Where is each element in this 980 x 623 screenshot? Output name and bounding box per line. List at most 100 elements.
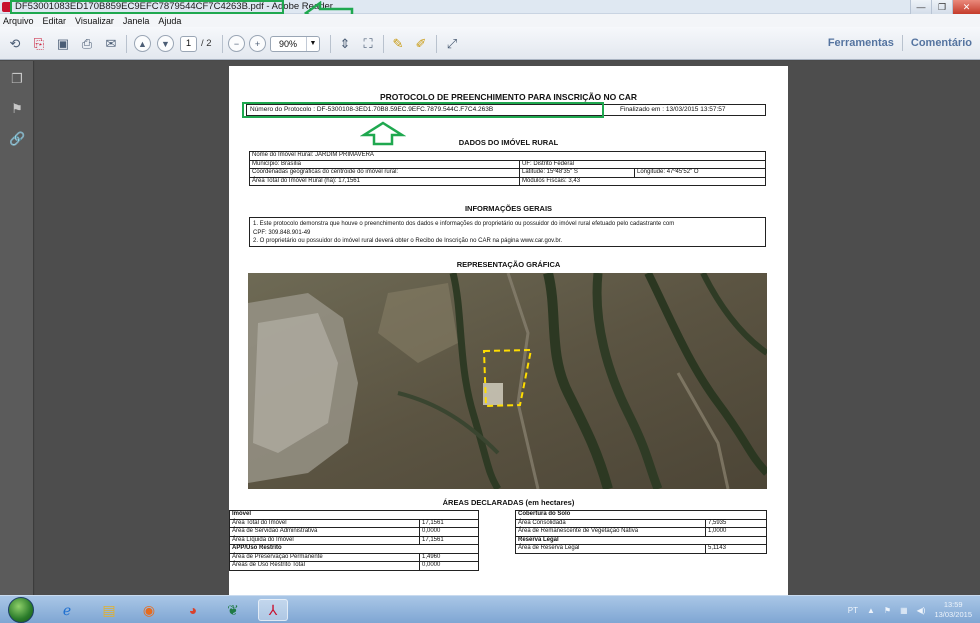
toolbar-separator [436,35,437,53]
toolbar: ⟲ ⎘ ▣ ⎙ ✉ ▲ ▼ 1 / 2 − + 90% ▼ ⇕ ⛶ ✎ ✐ ⤢ … [0,27,980,60]
info-line-2: CPF: 309.848.901-49 [253,229,311,236]
rural-area-total: Área Total do Imóvel Rural (ha): 17,1561 [249,176,520,186]
section-areas-title: ÁREAS DECLARADAS (em hectares) [442,498,575,507]
areas-cover-header: Cobertura do Solo [515,510,767,520]
area-value: 0,0000 [419,527,479,537]
chevron-down-icon: ▼ [306,37,319,51]
previous-page-icon[interactable]: ▲ [134,35,151,52]
chrome-icon[interactable]: ◕ [178,599,208,621]
menu-janela[interactable]: Janela [123,16,150,26]
volume-icon[interactable]: ◀) [917,606,926,615]
rural-municipio: Município: Brasília [249,159,520,169]
comment-link[interactable]: Comentário [903,37,980,51]
next-page-icon[interactable]: ▼ [157,35,174,52]
flag-icon[interactable]: ⚑ [884,606,891,615]
rural-name: Nome do Imóvel Rural: JARDIM PRIMAVERA [249,151,766,161]
bookmarks-icon[interactable]: ⚑ [9,101,25,117]
info-line-1: 1. Este protocolo demonstra que houve o … [253,221,675,227]
save-icon[interactable]: ▣ [54,35,72,53]
print-icon[interactable]: ⎙ [78,35,96,53]
rural-coordinates-label: Coordenadas geográficas do centroide do … [249,168,520,178]
area-label: Área Total do Imóvel [229,518,420,528]
taskbar: ℯ ▤ ◉ ◕ ❦ ⅄ PT ▲ ⚑ ▦ ◀) 13:59 13/03/2015 [0,595,980,623]
rural-uf: UF: Distrito Federal [519,159,766,169]
page-total: / 2 [201,38,212,49]
page-number-input[interactable]: 1 [180,36,197,52]
section-info-title: INFORMAÇÕES GERAIS [464,204,553,213]
window-controls: — ❐ ✕ [910,0,980,14]
area-value: 5,1143 [705,544,767,554]
navigation-panel: ❐ ⚑ 🔗 [0,61,34,595]
rural-data-table: Nome do Imóvel Rural: JARDIM PRIMAVERA M… [249,151,766,186]
close-button[interactable]: ✕ [952,0,980,14]
area-value: 17,1561 [419,518,479,528]
finalized-date: Finalizado em : 13/03/2015 13:57:57 [620,106,726,113]
fit-page-icon[interactable]: ⇕ [336,35,354,53]
info-line-3: 2. O proprietário ou possuidor do imóvel… [253,238,563,244]
area-value: 0,0000 [419,561,479,571]
page-thumbnails-icon[interactable]: ❐ [9,71,25,87]
area-label: Área Consolidada [515,518,706,528]
zoom-value: 90% [279,39,298,49]
rural-longitude: Longitude: 47º45'52" O [634,168,766,178]
menu-visualizar[interactable]: Visualizar [75,16,114,26]
pdf-page: PROTOCOLO DE PREENCHIMENTO PARA INSCRIÇÃ… [229,66,788,595]
title-highlight-box [10,0,284,14]
highlight-icon[interactable]: ✐ [412,35,430,53]
show-hidden-icons-icon[interactable]: ▲ [867,606,875,615]
zoom-in-icon[interactable]: + [249,35,266,52]
area-label: Áreas de Uso Restrito Total [229,561,420,571]
area-label: Área de Reserva Legal [515,544,706,554]
menu-editar[interactable]: Editar [43,16,67,26]
file-explorer-icon[interactable]: ▤ [94,599,124,621]
comment-icon[interactable]: ✎ [389,35,407,53]
info-box: 1. Este protocolo demonstra que houve o … [249,217,766,247]
area-value: 7,5935 [705,518,767,528]
section-graphic-title: REPRESENTAÇÃO GRÁFICA [456,260,561,269]
areas-cover-table: Cobertura do Solo Área Consolidada 7,5935… [515,510,767,554]
app-leaf-icon[interactable]: ❦ [218,599,248,621]
create-pdf-icon[interactable]: ⟲ [6,35,24,53]
rural-latitude: Latitude: 15º48'35" S [519,168,635,178]
clock-date: 13/03/2015 [934,610,972,619]
export-pdf-icon[interactable]: ⎘ [30,35,48,53]
expand-icon[interactable]: ⤢ [443,35,461,53]
clock-time: 13:59 [943,600,963,609]
email-icon[interactable]: ✉ [102,35,120,53]
media-player-icon[interactable]: ◉ [134,599,164,621]
menu-arquivo[interactable]: Arquivo [3,16,34,26]
attachments-icon[interactable]: 🔗 [9,131,25,147]
menu-ajuda[interactable]: Ajuda [158,16,181,26]
area-value: 17,1561 [419,535,479,545]
toolbar-separator [383,35,384,53]
minimize-button[interactable]: — [910,0,931,14]
rural-modulos: Módulos Fiscais: 3,43 [519,176,766,186]
toolbar-separator [330,35,331,53]
toolbar-separator [222,35,223,53]
area-label: Área de Preservação Permanente [229,552,420,562]
area-label: Área de Remanescente de Vegetação Nativa [515,527,706,537]
internet-explorer-icon[interactable]: ℯ [52,599,82,621]
section-rural-title: DADOS DO IMÓVEL RURAL [458,138,559,147]
language-indicator[interactable]: PT [848,606,858,615]
area-label: Área Líquida do Imóvel [229,535,420,545]
area-value: 1,4960 [419,552,479,562]
clock[interactable]: 13:59 13/03/2015 [934,600,972,620]
network-icon[interactable]: ▦ [900,606,908,615]
area-label: Área de Servidão Administrativa [229,527,420,537]
start-button[interactable] [8,597,34,623]
maximize-button[interactable]: ❐ [931,0,952,14]
tools-link[interactable]: Ferramentas [820,37,902,51]
menu-bar: Arquivo Editar Visualizar Janela Ajuda [0,14,980,27]
areas-reserve-header: Reserva Legal [515,535,767,545]
zoom-select[interactable]: 90% ▼ [270,36,320,52]
document-title: PROTOCOLO DE PREENCHIMENTO PARA INSCRIÇÃ… [379,92,638,102]
zoom-out-icon[interactable]: − [228,35,245,52]
fit-width-icon[interactable]: ⛶ [359,35,377,53]
satellite-map-image [248,273,767,489]
protocol-highlight-box [242,102,604,118]
adobe-reader-taskbar-icon[interactable]: ⅄ [258,599,288,621]
areas-app-header: APP/Uso Restrito [229,544,479,554]
system-tray: PT ▲ ⚑ ▦ ◀) 13:59 13/03/2015 [848,596,980,623]
right-panel-links: Ferramentas Comentário [820,35,980,51]
